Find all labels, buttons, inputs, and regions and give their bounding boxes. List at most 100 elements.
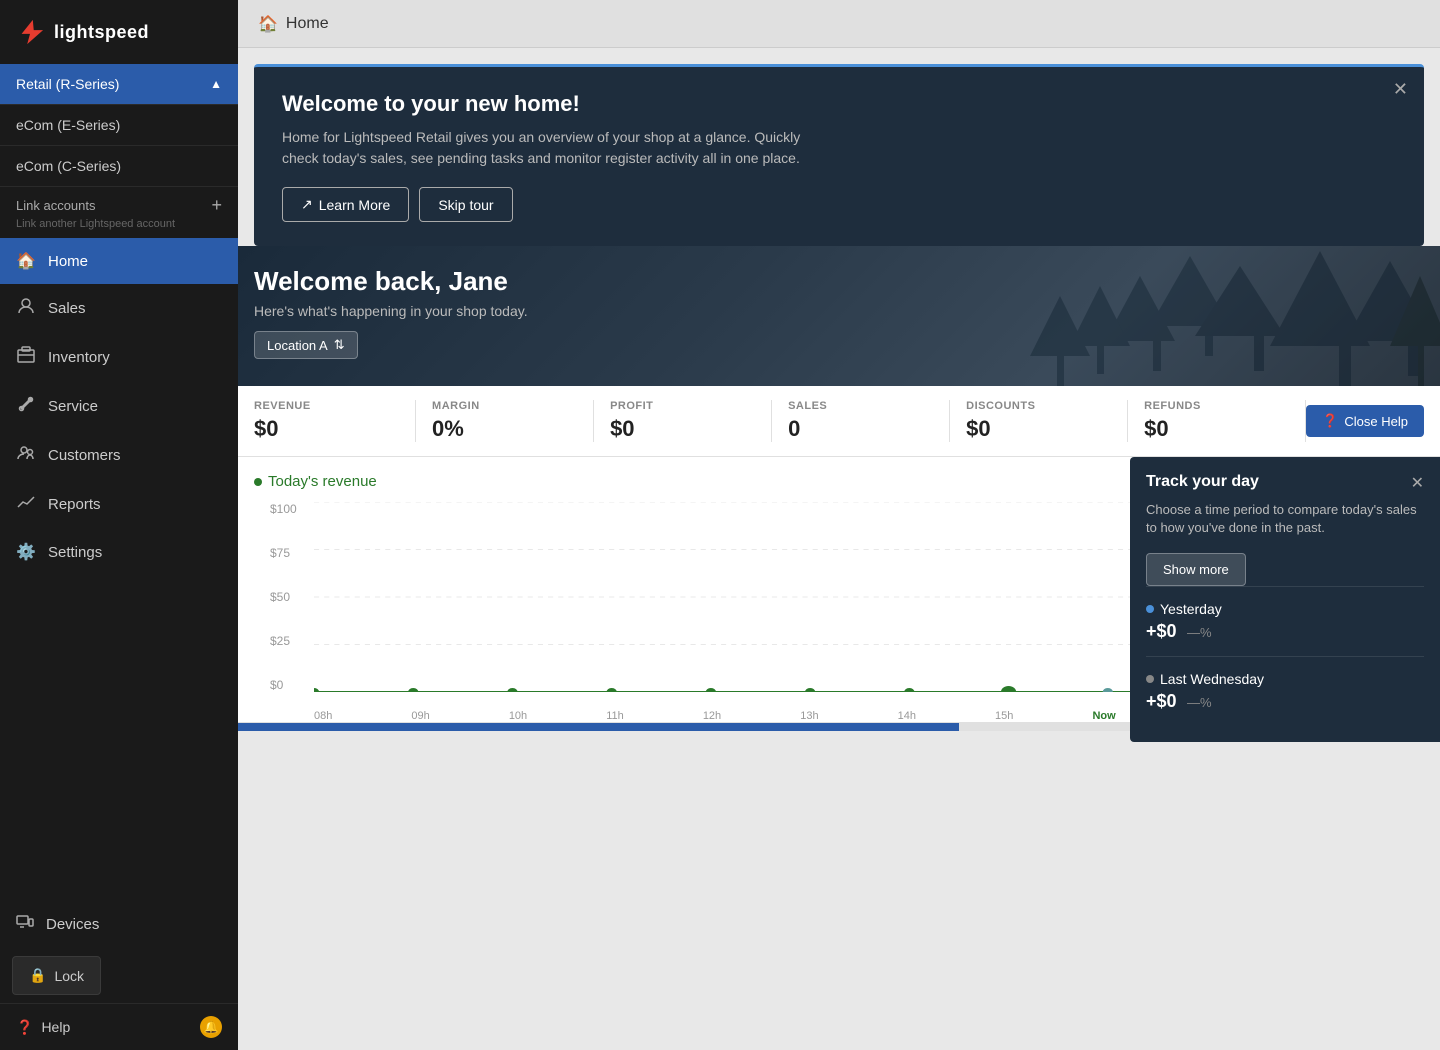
stat-refunds-label: REFUNDS <box>1144 400 1289 412</box>
yesterday-pct: —% <box>1187 625 1212 640</box>
nav-item-customers[interactable]: Customers <box>0 431 238 480</box>
question-icon: ❓ <box>1322 413 1338 429</box>
track-title: Track your day <box>1146 473 1259 491</box>
stat-profit-value: $0 <box>610 416 755 442</box>
nav-item-sales[interactable]: Sales <box>0 284 238 333</box>
x-label-08h: 08h <box>314 710 332 722</box>
revenue-area: Today's revenue August 14, 2024 EST $100… <box>238 457 1440 722</box>
home-icon: 🏠 <box>16 251 36 271</box>
lightspeed-logo-icon <box>16 18 44 46</box>
lock-icon: 🔒 <box>29 967 46 984</box>
location-chevron-icon: ⇅ <box>334 337 345 353</box>
account-ecom-c[interactable]: eCom (C-Series) <box>0 146 238 187</box>
stat-refunds-value: $0 <box>1144 416 1289 442</box>
stat-revenue-label: REVENUE <box>254 400 399 412</box>
x-label-15h: 15h <box>995 710 1013 722</box>
nav-settings-label: Settings <box>48 544 102 561</box>
x-label-now: Now <box>1092 710 1115 722</box>
nav-sales-label: Sales <box>48 300 86 317</box>
account-ecom-e-label: eCom (E-Series) <box>16 117 120 133</box>
y-label-25: $25 <box>270 634 297 648</box>
show-more-button[interactable]: Show more <box>1146 553 1246 586</box>
stat-discounts-label: DISCOUNTS <box>966 400 1111 412</box>
reports-icon <box>16 493 36 516</box>
chart-y-labels: $100 $75 $50 $25 $0 <box>270 502 297 692</box>
x-label-13h: 13h <box>800 710 818 722</box>
x-label-14h: 14h <box>898 710 916 722</box>
yesterday-label-text: Yesterday <box>1160 601 1222 617</box>
devices-icon <box>16 913 34 935</box>
welcome-title: Welcome back, Jane <box>254 266 1424 297</box>
stat-revenue: REVENUE $0 <box>254 400 416 442</box>
revenue-title: Today's revenue <box>254 473 377 490</box>
stat-margin-value: 0% <box>432 416 577 442</box>
settings-icon: ⚙️ <box>16 542 36 562</box>
stat-sales-label: SALES <box>788 400 933 412</box>
stat-discounts: DISCOUNTS $0 <box>950 400 1128 442</box>
link-accounts-row: Link accounts + <box>0 187 238 218</box>
revenue-dot <box>254 478 262 486</box>
nav-item-reports[interactable]: Reports <box>0 480 238 529</box>
stats-bar: REVENUE $0 MARGIN 0% PROFIT $0 SALES 0 D… <box>238 386 1440 457</box>
service-icon <box>16 395 36 418</box>
banner-title: Welcome to your new home! <box>282 91 1396 117</box>
nav-item-settings[interactable]: ⚙️ Settings <box>0 529 238 575</box>
skip-tour-button[interactable]: Skip tour <box>419 187 512 222</box>
inventory-icon <box>16 346 36 369</box>
wednesday-pct: —% <box>1187 695 1212 710</box>
banner-description: Home for Lightspeed Retail gives you an … <box>282 127 802 169</box>
show-more-label: Show more <box>1163 562 1229 577</box>
nav-home-label: Home <box>48 253 88 270</box>
compare-yesterday: Yesterday +$0 —% <box>1146 586 1424 656</box>
track-close-button[interactable]: ✕ <box>1411 473 1424 493</box>
x-label-10h: 10h <box>509 710 527 722</box>
track-header: Track your day ✕ <box>1146 473 1424 493</box>
learn-more-button[interactable]: ↗ Learn More <box>282 187 409 222</box>
account-ecom-e[interactable]: eCom (E-Series) <box>0 105 238 146</box>
help-button[interactable]: ❓ Help <box>16 1019 70 1036</box>
nav-item-service[interactable]: Service <box>0 382 238 431</box>
sidebar-logo: lightspeed <box>0 0 238 64</box>
y-label-0: $0 <box>270 678 297 692</box>
topbar-home-icon: 🏠 <box>258 14 278 34</box>
welcome-subtitle: Here's what's happening in your shop tod… <box>254 303 1424 319</box>
location-selector[interactable]: Location A ⇅ <box>254 331 358 359</box>
close-help-label: Close Help <box>1344 414 1408 429</box>
account-retail-arrow: ▲ <box>210 77 222 91</box>
compare-yesterday-label: Yesterday <box>1146 601 1424 617</box>
nav-item-inventory[interactable]: Inventory <box>0 333 238 382</box>
sales-icon <box>16 297 36 320</box>
stat-sales: SALES 0 <box>772 400 950 442</box>
nav-service-label: Service <box>48 398 98 415</box>
customers-icon <box>16 444 36 467</box>
topbar: 🏠 Home <box>238 0 1440 48</box>
account-retail[interactable]: Retail (R-Series) ▲ <box>0 64 238 105</box>
nav-item-devices[interactable]: Devices <box>0 900 238 948</box>
sidebar-bottom: Devices 🔒 Lock ❓ Help 🔔 <box>0 900 238 1050</box>
compare-wednesday-label: Last Wednesday <box>1146 671 1424 687</box>
welcome-banner: ✕ Welcome to your new home! Home for Lig… <box>254 64 1424 246</box>
stat-profit: PROFIT $0 <box>594 400 772 442</box>
wednesday-label-text: Last Wednesday <box>1160 671 1264 687</box>
stat-margin: MARGIN 0% <box>416 400 594 442</box>
stat-margin-label: MARGIN <box>432 400 577 412</box>
lock-button[interactable]: 🔒 Lock <box>12 956 101 995</box>
x-label-12h: 12h <box>703 710 721 722</box>
track-panel: Track your day ✕ Choose a time period to… <box>1130 457 1440 742</box>
nav-inventory-label: Inventory <box>48 349 110 366</box>
x-label-11h: 11h <box>606 710 624 722</box>
notification-badge[interactable]: 🔔 <box>200 1016 222 1038</box>
nav-item-home[interactable]: 🏠 Home <box>0 238 238 284</box>
close-help-button[interactable]: ❓ Close Help <box>1306 405 1424 437</box>
yesterday-value: +$0 <box>1146 621 1177 641</box>
link-accounts-plus-icon[interactable]: + <box>211 195 222 216</box>
help-label: Help <box>41 1019 70 1035</box>
y-label-75: $75 <box>270 546 297 560</box>
account-retail-label: Retail (R-Series) <box>16 76 119 92</box>
revenue-title-text: Today's revenue <box>268 473 377 490</box>
help-row: ❓ Help 🔔 <box>0 1003 238 1050</box>
stat-revenue-value: $0 <box>254 416 399 442</box>
content-area: ✕ Welcome to your new home! Home for Lig… <box>238 48 1440 1050</box>
wednesday-dot <box>1146 675 1154 683</box>
banner-close-button[interactable]: ✕ <box>1393 79 1408 100</box>
